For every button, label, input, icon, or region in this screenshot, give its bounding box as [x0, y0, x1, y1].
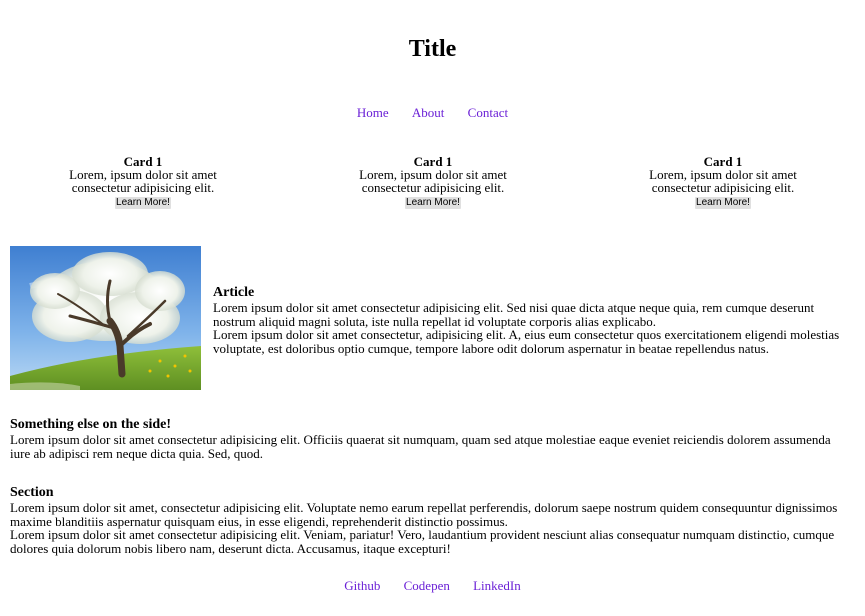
tree-image	[10, 246, 201, 390]
card: Card 1 Lorem, ipsum dolor sit amet conse…	[623, 155, 823, 209]
nav-link-contact[interactable]: Contact	[468, 105, 508, 120]
learn-more-button[interactable]: Learn More!	[405, 197, 461, 209]
learn-more-button[interactable]: Learn More!	[695, 197, 751, 209]
article-paragraph: Lorem ipsum dolor sit amet consectetur, …	[213, 327, 840, 356]
card-row: Card 1 Lorem, ipsum dolor sit amet conse…	[0, 155, 865, 213]
section-heading: Section	[10, 485, 54, 500]
aside: Something else on the side! Lorem ipsum …	[10, 417, 848, 460]
article: Article Lorem ipsum dolor sit amet conse…	[213, 285, 848, 355]
card: Card 1 Lorem, ipsum dolor sit amet conse…	[333, 155, 533, 209]
aside-text: Lorem ipsum dolor sit amet consectetur a…	[10, 432, 831, 461]
article-heading: Article	[213, 285, 255, 300]
card-text: Lorem, ipsum dolor sit amet consectetur …	[649, 167, 797, 195]
learn-more-button[interactable]: Learn More!	[115, 197, 171, 209]
card-text: Lorem, ipsum dolor sit amet consectetur …	[69, 167, 217, 195]
section: Section Lorem ipsum dolor sit amet, cons…	[10, 485, 848, 555]
aside-heading: Something else on the side!	[10, 417, 171, 432]
article-paragraph: Lorem ipsum dolor sit amet consectetur a…	[213, 300, 815, 329]
card: Card 1 Lorem, ipsum dolor sit amet conse…	[43, 155, 243, 209]
footer-link-linkedin[interactable]: LinkedIn	[473, 578, 521, 593]
card-text: Lorem, ipsum dolor sit amet consectetur …	[359, 167, 507, 195]
footer-links: Github Codepen LinkedIn	[0, 578, 865, 594]
footer-link-github[interactable]: Github	[344, 578, 380, 593]
nav-link-about[interactable]: About	[412, 105, 445, 120]
section-paragraph: Lorem ipsum dolor sit amet, consectetur …	[10, 500, 838, 529]
section-paragraph: Lorem ipsum dolor sit amet consectetur a…	[10, 527, 835, 556]
nav-link-home[interactable]: Home	[357, 105, 389, 120]
main-nav: Home About Contact	[0, 105, 865, 121]
page-title: Title	[408, 36, 457, 62]
footer-link-codepen[interactable]: Codepen	[404, 578, 450, 593]
